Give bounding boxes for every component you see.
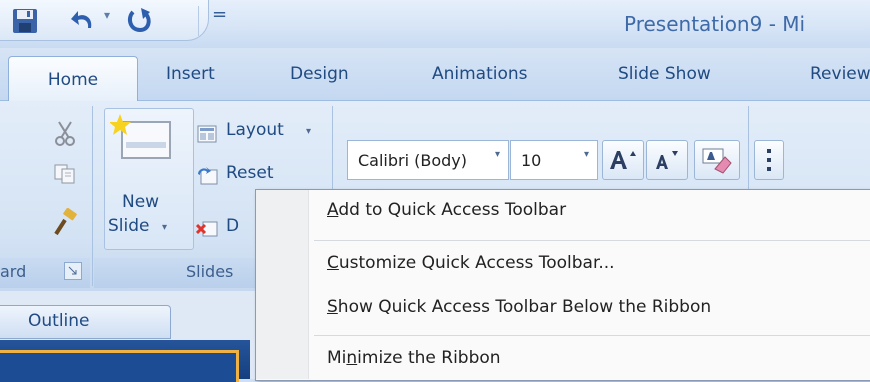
clipboard-group-label: ard (0, 262, 27, 281)
clipboard-dialog-launcher-icon[interactable] (64, 262, 82, 280)
menu-mnemonic: n (346, 348, 358, 368)
clear-formatting-icon (702, 148, 732, 174)
menu-item-show-qat-below-ribbon[interactable]: Show Quick Access Toolbar Below the Ribb… (327, 297, 711, 317)
layout-icon[interactable] (196, 124, 218, 144)
cut-icon[interactable] (50, 118, 80, 148)
new-slide-label-line2: Slide (108, 216, 150, 236)
menu-item-label: how Quick Access Toolbar Below the Ribbo… (337, 297, 712, 317)
tab-insert[interactable]: Insert (166, 64, 215, 84)
menu-item-add-to-qat[interactable]: Add to Quick Access Toolbar (327, 200, 566, 220)
menu-item-customize-qat[interactable]: Customize Quick Access Toolbar... (327, 253, 615, 273)
reset-label[interactable]: Reset (226, 163, 274, 183)
tab-home-label: Home (47, 70, 99, 90)
qat-separator (198, 6, 199, 36)
shrink-font-button[interactable] (646, 140, 688, 180)
menu-item-label-prefix: Mi (327, 348, 347, 368)
font-size-value: 10 (521, 150, 542, 170)
font-size-dropdown-icon[interactable]: ▾ (584, 149, 589, 160)
layout-label[interactable]: Layout (226, 120, 284, 140)
tab-review[interactable]: Review (810, 64, 870, 84)
copy-icon[interactable] (50, 160, 80, 188)
menu-item-minimize-ribbon[interactable]: Minimize the Ribbon (327, 348, 501, 368)
clear-formatting-button[interactable] (694, 140, 740, 180)
new-slide-label-line1: New (122, 192, 160, 212)
menu-separator (314, 240, 870, 241)
reset-icon[interactable] (196, 165, 218, 187)
qat-customize-icon[interactable]: = (212, 4, 227, 25)
bullets-button[interactable] (754, 140, 784, 180)
format-painter-icon[interactable] (48, 206, 82, 240)
tab-outline-label: Outline (28, 311, 90, 331)
new-slide-dropdown-icon: ▾ (162, 222, 168, 233)
bullets-icon (767, 149, 771, 171)
undo-icon[interactable] (66, 6, 100, 36)
menu-mnemonic: C (327, 253, 339, 273)
redo-icon[interactable] (122, 5, 158, 37)
tab-design[interactable]: Design (290, 64, 349, 84)
tab-animations[interactable]: Animations (432, 64, 528, 84)
menu-mnemonic: A (327, 200, 339, 220)
tab-slide-show[interactable]: Slide Show (618, 64, 711, 84)
font-family-dropdown-icon[interactable]: ▾ (495, 149, 500, 160)
menu-item-label: imize the Ribbon (357, 348, 501, 368)
font-family-value: Calibri (Body) (358, 150, 468, 170)
undo-dropdown-icon[interactable]: ▾ (104, 8, 110, 22)
font-size-combo[interactable]: 10 ▾ (510, 140, 598, 180)
delete-slide-icon[interactable] (196, 218, 218, 240)
shrink-font-icon (656, 151, 678, 169)
new-slide-icon (109, 112, 174, 168)
slides-group-label: Slides (186, 262, 234, 281)
menu-separator (314, 335, 870, 336)
delete-slide-label[interactable]: D (226, 216, 239, 236)
slide-thumbnail[interactable] (0, 350, 239, 382)
menu-item-label: dd to Quick Access Toolbar (338, 200, 567, 220)
font-family-combo[interactable]: Calibri (Body) ▾ (347, 140, 509, 180)
menu-item-label: ustomize Quick Access Toolbar... (338, 253, 615, 273)
save-icon[interactable] (8, 6, 42, 36)
layout-dropdown-icon[interactable]: ▾ (306, 126, 311, 137)
context-menu-icon-gutter (256, 190, 309, 379)
menu-mnemonic: S (327, 297, 338, 317)
window-title: Presentation9 - Mi (624, 12, 806, 36)
grow-font-button[interactable] (602, 140, 644, 180)
tab-home[interactable]: Home (8, 56, 138, 103)
grow-font-icon (610, 151, 636, 169)
group-separator (92, 106, 93, 286)
